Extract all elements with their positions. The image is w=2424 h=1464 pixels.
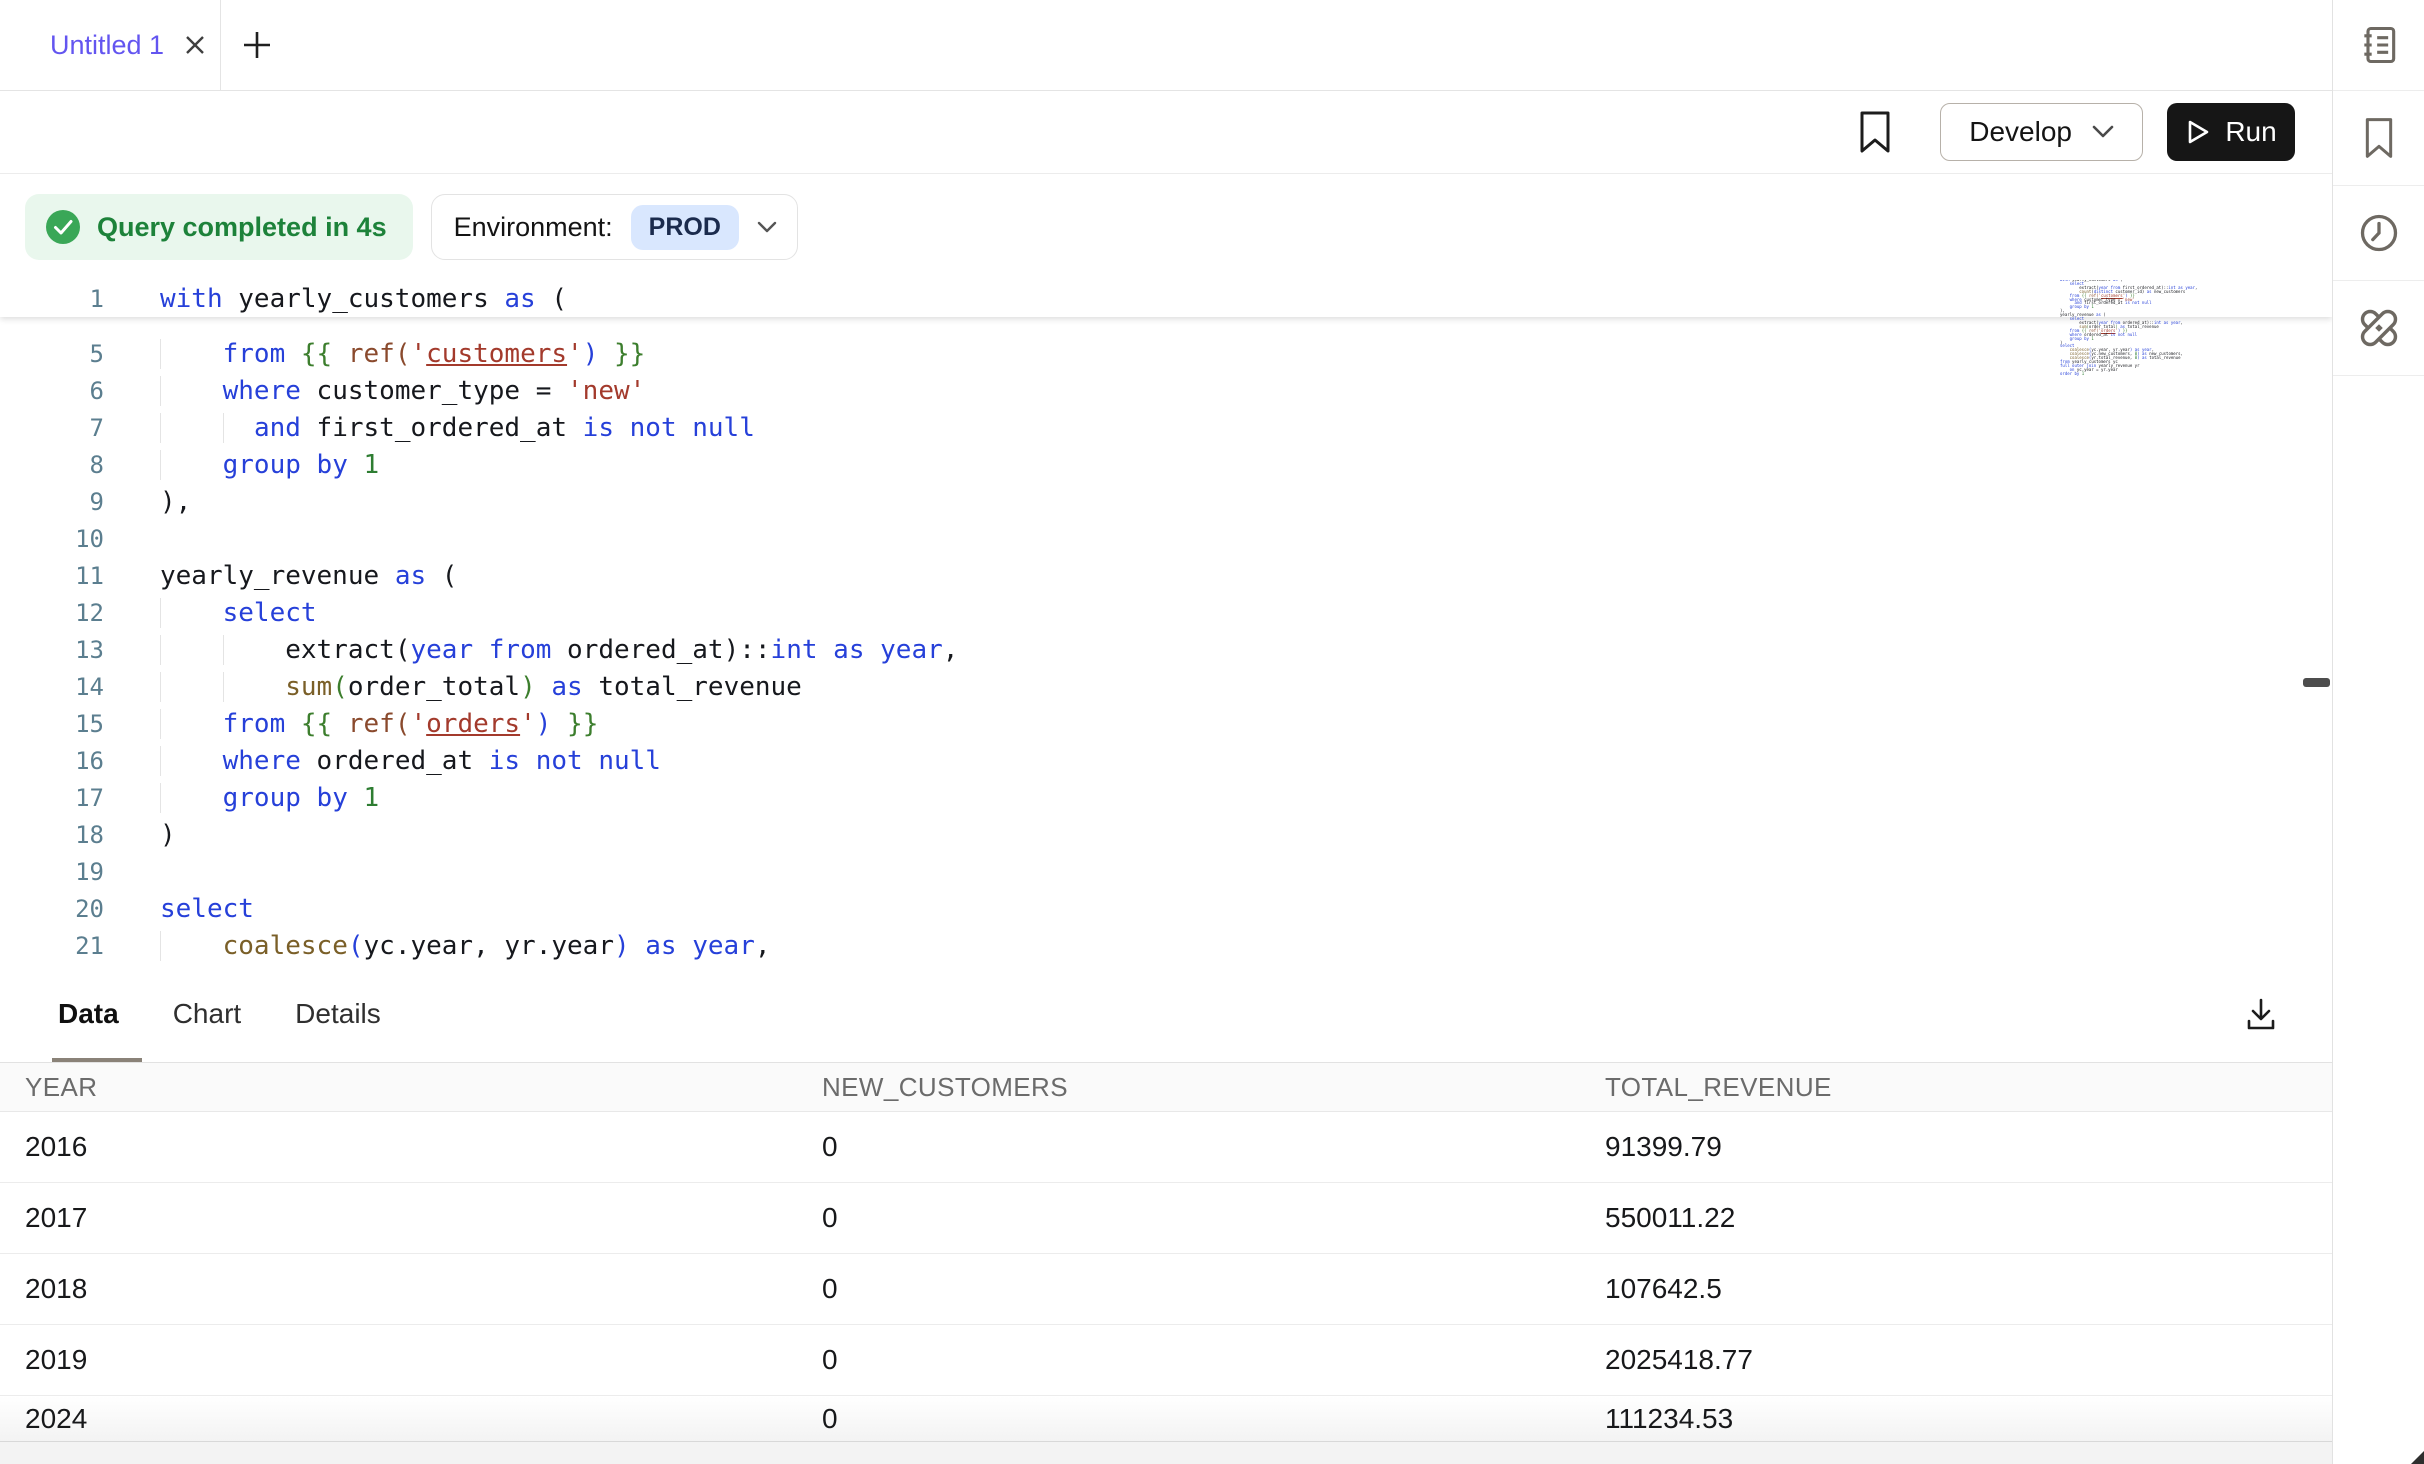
code-rows: 5 from {{ ref('customers') }}6 where cus… — [0, 335, 2332, 966]
code-line: 12 select — [0, 594, 2332, 631]
code-line: 17 group by 1 — [0, 779, 2332, 816]
horizontal-scrollbar-track[interactable] — [0, 1441, 2332, 1464]
table-cell: 2018 — [0, 1273, 797, 1305]
table-cell: 2017 — [0, 1202, 797, 1234]
plus-icon — [241, 29, 273, 61]
code-line: 13 extract(year from ordered_at)::int as… — [0, 631, 2332, 668]
table-cell: 107642.5 — [1580, 1273, 2332, 1305]
environment-label: Environment: — [454, 212, 613, 243]
table-row: 201902025418.77 — [0, 1325, 2332, 1396]
tab-details[interactable]: Details — [289, 998, 387, 1030]
table-cell: 111234.53 — [1580, 1403, 2332, 1435]
code-line: 7 and first_ordered_at is not null — [0, 409, 2332, 446]
sql-editor[interactable]: 5 from {{ ref('customers') }}6 where cus… — [0, 280, 2332, 966]
code-line: 18) — [0, 816, 2332, 853]
column-header-new-customers: NEW_CUSTOMERS — [797, 1072, 1580, 1103]
develop-label: Develop — [1969, 116, 2072, 148]
table-cell: 550011.22 — [1580, 1202, 2332, 1234]
table-cell: 0 — [797, 1403, 1580, 1435]
table-body: 2016091399.7920170550011.2220180107642.5… — [0, 1112, 2332, 1441]
table-cell: 2025418.77 — [1580, 1344, 2332, 1376]
code-line: 20select — [0, 890, 2332, 927]
sidebar-outline-button[interactable] — [2333, 0, 2424, 91]
code-line: 6 where customer_type = 'new' — [0, 372, 2332, 409]
app-window: Untitled 1 Develop — [0, 0, 2424, 1464]
editor-tab-bar: Untitled 1 — [0, 0, 2332, 91]
new-tab-button[interactable] — [221, 0, 293, 90]
table-cell: 91399.79 — [1580, 1131, 2332, 1163]
table-row: 20240111234.53 — [0, 1396, 2332, 1441]
code-line: 10 — [0, 520, 2332, 557]
code-line: 14 sum(order_total) as total_revenue — [0, 668, 2332, 705]
chevron-down-icon — [2092, 125, 2114, 139]
sidebar-history-button[interactable] — [2333, 186, 2424, 281]
code-line: 8 group by 1 — [0, 446, 2332, 483]
outline-notebook-icon — [2357, 23, 2401, 67]
tab-chart[interactable]: Chart — [167, 998, 247, 1030]
check-circle-icon — [45, 209, 81, 245]
history-clock-icon — [2357, 211, 2401, 255]
code-line: 15 from {{ ref('orders') }} — [0, 705, 2332, 742]
code-line: 16 where ordered_at is not null — [0, 742, 2332, 779]
chevron-down-icon — [757, 221, 777, 234]
table-cell: 2024 — [0, 1403, 797, 1435]
bookmark-icon — [1858, 110, 1892, 154]
status-row: Query completed in 4s Environment: PROD — [0, 174, 2332, 280]
environment-selector[interactable]: Environment: PROD — [431, 194, 798, 260]
run-label: Run — [2225, 116, 2276, 148]
code-line: 9), — [0, 483, 2332, 520]
editor-scrollbar-thumb[interactable] — [2303, 678, 2330, 687]
download-icon — [2241, 994, 2281, 1034]
table-cell: 0 — [797, 1344, 1580, 1376]
code-line: 21 coalesce(yc.year, yr.year) as year, — [0, 927, 2332, 964]
sidebar-bookmark-button[interactable] — [2333, 91, 2424, 186]
table-cell: 0 — [797, 1131, 1580, 1163]
code-line: 11yearly_revenue as ( — [0, 557, 2332, 594]
close-icon[interactable] — [182, 32, 208, 58]
code-line: 5 from {{ ref('customers') }} — [0, 335, 2332, 372]
column-header-total-revenue: TOTAL_REVENUE — [1580, 1072, 2332, 1103]
tab-data[interactable]: Data — [52, 998, 125, 1030]
bookmark-button[interactable] — [1848, 103, 1902, 161]
toolbar: Develop Run — [0, 91, 2332, 174]
results-tab-bar: Data Chart Details — [0, 966, 2332, 1063]
play-icon — [2185, 118, 2211, 146]
sticky-line: 1 with yearly_customers as ( — [0, 280, 2332, 317]
table-cell: 0 — [797, 1202, 1580, 1234]
develop-dropdown[interactable]: Develop — [1940, 103, 2143, 161]
right-sidebar — [2332, 0, 2424, 1464]
environment-badge: PROD — [631, 205, 739, 250]
bookmark-icon — [2359, 116, 2399, 160]
code-line: 19 — [0, 853, 2332, 890]
dbt-logo-icon — [2356, 305, 2402, 351]
table-row: 2016091399.79 — [0, 1112, 2332, 1183]
table-cell: 0 — [797, 1273, 1580, 1305]
table-cell: 2019 — [0, 1344, 797, 1376]
download-button[interactable] — [2241, 994, 2281, 1034]
table-header: YEAR NEW_CUSTOMERS TOTAL_REVENUE — [0, 1063, 2332, 1112]
results-panel: Data Chart Details YEAR NEW_CUSTOMERS TO… — [0, 966, 2332, 1464]
active-tab-indicator — [52, 1058, 142, 1062]
run-button[interactable]: Run — [2167, 103, 2295, 161]
column-header-year: YEAR — [0, 1072, 797, 1103]
main-column: Untitled 1 Develop — [0, 0, 2332, 1464]
query-status-text: Query completed in 4s — [97, 212, 387, 243]
sticky-line-number: 1 — [0, 285, 104, 313]
tab-untitled-1[interactable]: Untitled 1 — [0, 0, 221, 90]
table-cell: 2016 — [0, 1131, 797, 1163]
tab-label: Untitled 1 — [50, 30, 164, 61]
sticky-line-content: with yearly_customers as ( — [160, 284, 567, 314]
sidebar-dbt-button[interactable] — [2333, 281, 2424, 376]
table-row: 20180107642.5 — [0, 1254, 2332, 1325]
resize-corner-handle[interactable] — [2411, 1451, 2424, 1464]
query-status-pill: Query completed in 4s — [25, 194, 413, 260]
table-row: 20170550011.22 — [0, 1183, 2332, 1254]
